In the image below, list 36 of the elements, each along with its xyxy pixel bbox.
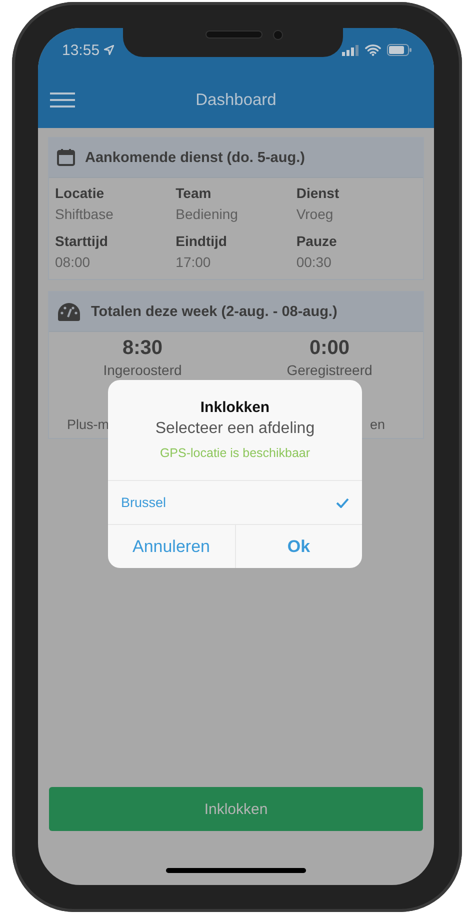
total-label: Ingeroosterd xyxy=(103,361,182,379)
card-title: Totalen deze week (2-aug. - 08-aug.) xyxy=(91,304,338,320)
dialog-message: Selecteer een afdeling xyxy=(155,420,315,438)
calendar-icon xyxy=(57,149,75,166)
field-value: 08:00 xyxy=(55,253,92,272)
page-title: Dashboard xyxy=(196,90,276,108)
ok-button[interactable]: Ok xyxy=(234,525,362,568)
department-option[interactable]: Brussel xyxy=(108,480,362,524)
battery-icon xyxy=(387,44,412,56)
location-icon xyxy=(104,45,114,55)
gauge-icon xyxy=(57,302,81,321)
field-value: 00:30 xyxy=(296,253,332,272)
total-value: 8:30 xyxy=(122,336,163,361)
field-label: Pauze xyxy=(296,232,338,251)
total-label: en xyxy=(370,417,385,432)
field-label: Eindtijd xyxy=(176,232,228,251)
cancel-button[interactable]: Annuleren xyxy=(108,525,234,568)
field-value: 17:00 xyxy=(176,253,212,272)
menu-button[interactable] xyxy=(50,92,75,108)
field-value: Bediening xyxy=(176,205,239,224)
card-title: Aankomende dienst (do. 5-aug.) xyxy=(85,150,305,166)
total-label: Geregistreerd xyxy=(286,361,372,379)
wifi-icon xyxy=(365,44,381,56)
field-label: Team xyxy=(176,184,212,203)
dialog-title: Inklokken xyxy=(200,399,270,416)
field-label: Starttijd xyxy=(55,232,109,251)
status-time: 13:55 xyxy=(62,42,100,58)
field-value: Vroeg xyxy=(296,205,334,224)
total-label: Plus-m xyxy=(67,417,110,432)
total-value: 0:00 xyxy=(309,336,350,361)
field-label: Dienst xyxy=(296,184,340,203)
signal-icon xyxy=(342,44,359,56)
field-value: Shiftbase xyxy=(55,205,114,224)
field-label: Locatie xyxy=(55,184,106,203)
gps-status: GPS-locatie is beschikbaar xyxy=(160,446,310,460)
clock-in-button[interactable]: Inklokken xyxy=(49,787,423,831)
